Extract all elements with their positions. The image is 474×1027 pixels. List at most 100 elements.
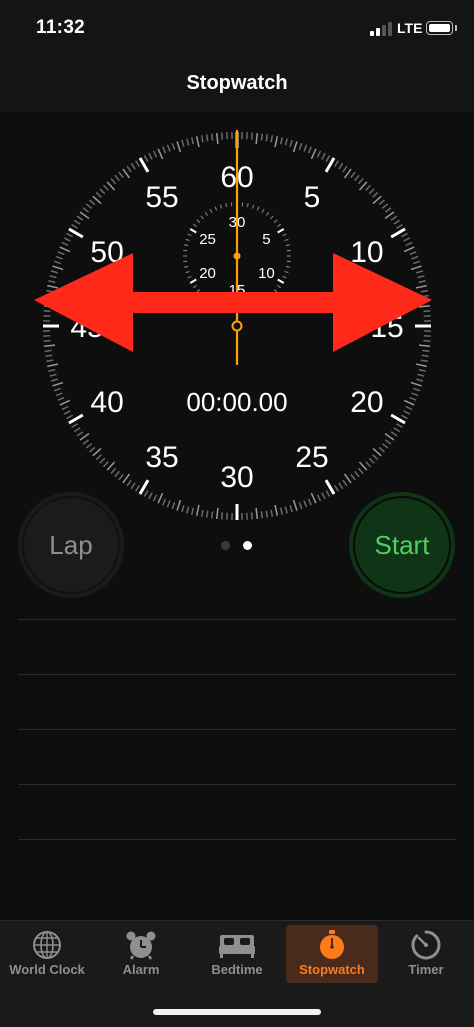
dial-tick [304, 145, 307, 152]
dial-tick [299, 502, 301, 509]
dial-tick [404, 400, 414, 404]
dial-tick [67, 415, 73, 418]
status-time: 11:32 [36, 17, 85, 39]
page-dot-digital[interactable] [243, 541, 252, 550]
dial-tick [74, 428, 80, 432]
dial-tick [52, 383, 62, 386]
dial-tick [222, 512, 223, 519]
dial-tick [115, 175, 119, 180]
dial-tick [56, 393, 63, 396]
dial-tick [127, 166, 131, 172]
dial-tick [177, 500, 180, 510]
list-item [18, 784, 456, 839]
dial-label: 25 [295, 441, 328, 474]
dial-tick [416, 379, 423, 381]
dial-tick [182, 505, 184, 512]
dial-tick [343, 480, 347, 486]
dial-tick [119, 474, 123, 480]
subdial-tick [247, 203, 248, 207]
dial-tick [355, 471, 359, 476]
tab-label: World Clock [1, 962, 93, 977]
dial-tick [96, 455, 101, 460]
dial-tick [335, 485, 339, 491]
dial-tick [202, 135, 203, 142]
alarm-clock-icon [125, 929, 157, 961]
subdial-tick [277, 224, 280, 226]
tab-timer[interactable]: Timer [380, 925, 472, 983]
dial-tick [153, 151, 156, 157]
dial-tick [309, 147, 312, 153]
dial-tick [212, 511, 213, 518]
dial-tick [294, 141, 297, 151]
dial-tick [379, 447, 384, 452]
dial-tick [158, 493, 162, 503]
dial-tick [212, 134, 213, 141]
dial-tick [281, 508, 283, 515]
dial-tick [197, 505, 199, 516]
dial-tick [167, 145, 170, 152]
tab-label: Alarm [95, 962, 187, 977]
bed-icon [217, 929, 257, 961]
dial-tick [192, 508, 194, 515]
battery-nub [455, 25, 457, 31]
lap-button[interactable]: Lap [18, 492, 124, 598]
dial-tick [382, 204, 387, 208]
dial-tick [359, 462, 366, 470]
dial-tick [252, 133, 253, 140]
home-indicator[interactable] [153, 1009, 321, 1015]
dial-tick [351, 474, 355, 480]
lap-list [18, 619, 456, 894]
dial-tick [373, 196, 381, 203]
tab-bar: World Clock Alarm Bedtime [0, 920, 474, 1027]
dial-tick [406, 407, 412, 410]
dial-tick [326, 156, 329, 162]
tab-alarm[interactable]: Alarm [95, 925, 187, 983]
subdial-tick [215, 207, 217, 211]
dial-tick [358, 178, 363, 183]
dial-tick [207, 134, 208, 141]
start-button[interactable]: Start [349, 492, 455, 598]
list-item [18, 619, 456, 674]
dial-tick [290, 140, 292, 147]
dial-tick [391, 432, 397, 436]
dial-tick [373, 192, 378, 197]
dial-tick [266, 134, 267, 141]
dial-tick [77, 432, 83, 436]
double-arrow-icon [34, 253, 432, 352]
dial-tick [89, 447, 94, 452]
network-type: LTE [397, 20, 422, 36]
tab-label: Stopwatch [286, 962, 378, 977]
subdial-tick [193, 224, 196, 226]
dial-tick [285, 507, 287, 514]
dial-tick [385, 212, 394, 218]
page-dot-analog[interactable] [221, 541, 230, 550]
dial-tick [131, 483, 135, 489]
dial-tick [373, 455, 378, 460]
subdial-tick [226, 203, 227, 207]
dial-tick [58, 398, 64, 401]
dial-tick [123, 474, 129, 483]
list-item [18, 729, 456, 784]
dial-tick [163, 147, 166, 153]
dial-tick [222, 133, 223, 140]
dial-tick [51, 379, 58, 381]
dial-tick [252, 512, 253, 519]
list-item [18, 674, 456, 729]
dial-tick [123, 169, 129, 178]
dial-tick [271, 135, 272, 142]
signal-strength-icon [370, 22, 392, 36]
dial-tick [72, 225, 78, 229]
tab-bedtime[interactable]: Bedtime [191, 925, 283, 983]
tab-label: Timer [380, 962, 472, 977]
tab-world-clock[interactable]: World Clock [1, 925, 93, 983]
dial-tick [100, 458, 105, 463]
page-indicator[interactable] [221, 541, 253, 551]
dial-tick [396, 424, 402, 428]
subdial-tick [257, 207, 259, 211]
dial-tick [111, 468, 116, 473]
dial-tick [366, 185, 371, 190]
tab-stopwatch[interactable]: Stopwatch [286, 925, 378, 983]
dial-tick [207, 511, 208, 518]
start-button-label: Start [353, 496, 451, 594]
dial-tick [158, 149, 162, 159]
